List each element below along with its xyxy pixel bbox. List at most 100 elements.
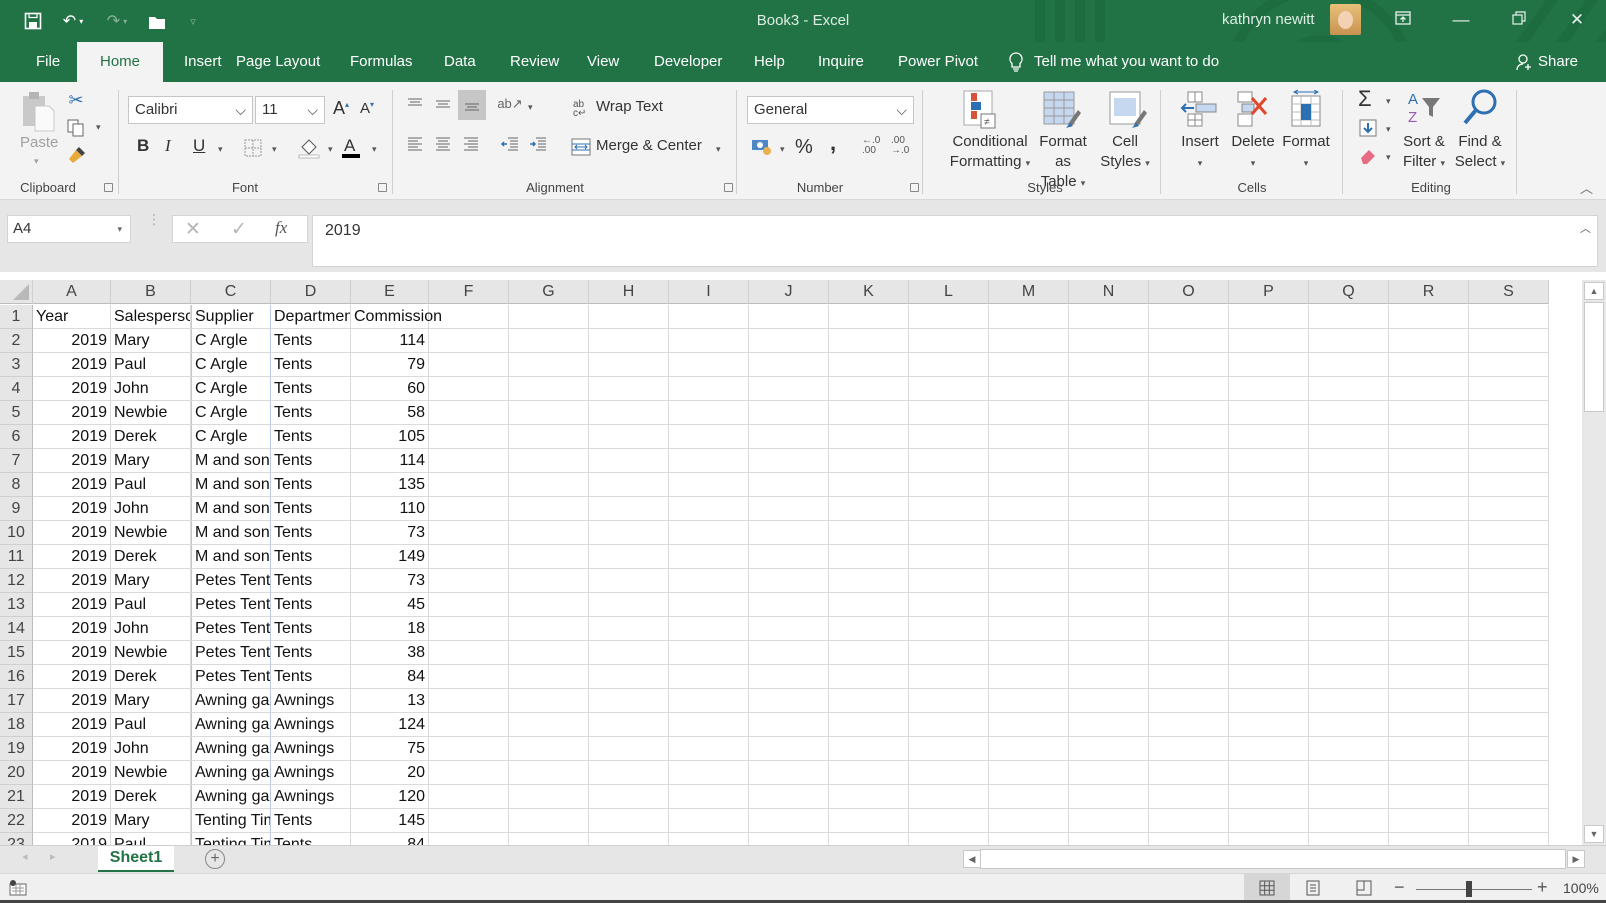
underline-dropdown-icon[interactable]: ▾ [218,144,223,155]
table-cell[interactable]: Derek [111,785,191,809]
header-cell[interactable] [1389,305,1469,329]
conditional-formatting-button[interactable]: Conditional Formatting ▾ [948,132,1032,173]
table-cell[interactable] [749,593,829,617]
zoom-out-icon[interactable]: − [1394,877,1405,898]
table-cell[interactable]: Petes Tents [191,665,271,689]
table-cell[interactable]: Paul [111,833,191,845]
table-cell[interactable] [1309,449,1389,473]
table-cell[interactable] [1069,641,1149,665]
table-cell[interactable]: 2019 [33,473,111,497]
cut-icon[interactable]: ✂ [66,90,86,110]
table-cell[interactable] [589,377,669,401]
column-header-g[interactable]: G [509,280,589,304]
collapse-ribbon-icon[interactable]: ︿ [1580,178,1593,197]
table-cell[interactable] [909,689,989,713]
table-cell[interactable]: 2019 [33,521,111,545]
row-header[interactable]: 1 [0,305,33,329]
table-cell[interactable]: Awning galore [191,737,271,761]
row-header[interactable]: 17 [0,689,33,713]
fill-icon[interactable] [1358,118,1378,138]
table-cell[interactable] [1069,833,1149,845]
table-cell[interactable]: C Argle [191,353,271,377]
table-cell[interactable] [1389,569,1469,593]
table-cell[interactable]: Tents [271,497,351,521]
header-cell[interactable] [829,305,909,329]
table-cell[interactable]: Tents [271,449,351,473]
header-cell[interactable] [1229,305,1309,329]
table-cell[interactable]: Tents [271,665,351,689]
table-cell[interactable] [1069,353,1149,377]
column-header-d[interactable]: D [271,280,351,304]
table-cell[interactable] [1069,545,1149,569]
table-cell[interactable] [749,737,829,761]
font-size-select[interactable]: 11 ⌵ [255,96,325,124]
sort-filter-button[interactable]: Sort & Filter ▾ [1398,132,1450,173]
table-cell[interactable] [1069,713,1149,737]
table-cell[interactable] [589,689,669,713]
table-cell[interactable]: C Argle [191,329,271,353]
table-cell[interactable]: Newbie [111,521,191,545]
table-cell[interactable] [509,329,589,353]
table-cell[interactable] [1469,473,1549,497]
ribbon-display-options-icon[interactable] [1388,8,1418,32]
align-center-icon[interactable] [433,134,453,154]
table-cell[interactable] [509,641,589,665]
table-cell[interactable] [749,785,829,809]
table-cell[interactable] [1069,737,1149,761]
table-cell[interactable] [509,521,589,545]
table-cell[interactable] [829,497,909,521]
table-cell[interactable] [1469,665,1549,689]
header-cell[interactable] [909,305,989,329]
table-cell[interactable] [669,617,749,641]
row-header[interactable]: 20 [0,761,33,785]
table-cell[interactable] [509,497,589,521]
table-cell[interactable] [749,353,829,377]
column-header-a[interactable]: A [33,280,111,304]
table-cell[interactable] [829,785,909,809]
table-cell[interactable] [589,617,669,641]
underline-button[interactable]: U [193,136,205,156]
column-header-b[interactable]: B [111,280,191,304]
table-cell[interactable] [1309,473,1389,497]
table-cell[interactable] [909,521,989,545]
table-cell[interactable] [1309,497,1389,521]
table-cell[interactable] [1389,377,1469,401]
table-cell[interactable]: Newbie [111,761,191,785]
table-cell[interactable] [1069,473,1149,497]
table-cell[interactable] [989,689,1069,713]
table-cell[interactable] [829,521,909,545]
table-cell[interactable] [1229,497,1309,521]
table-cell[interactable] [1389,833,1469,845]
table-cell[interactable]: 2019 [33,641,111,665]
format-painter-icon[interactable] [66,144,88,166]
new-sheet-button[interactable]: + [205,849,225,869]
row-header[interactable]: 18 [0,713,33,737]
table-cell[interactable] [589,449,669,473]
table-cell[interactable] [829,665,909,689]
share-button[interactable]: Share [1516,42,1578,82]
table-cell[interactable] [1069,569,1149,593]
table-cell[interactable] [749,329,829,353]
table-cell[interactable] [509,809,589,833]
table-cell[interactable]: Newbie [111,401,191,425]
table-cell[interactable] [669,329,749,353]
header-cell[interactable]: Year [33,305,111,329]
table-cell[interactable] [1229,425,1309,449]
table-cell[interactable] [909,497,989,521]
table-cell[interactable] [1069,761,1149,785]
table-cell[interactable]: Petes Tents [191,641,271,665]
align-left-icon[interactable] [405,134,425,154]
table-cell[interactable]: Awnings [271,737,351,761]
table-cell[interactable] [989,353,1069,377]
font-launcher-icon[interactable] [378,183,387,192]
select-all-button[interactable] [0,280,33,304]
table-cell[interactable] [909,761,989,785]
table-cell[interactable]: 149 [351,545,429,569]
table-cell[interactable]: 2019 [33,401,111,425]
table-cell[interactable] [1229,545,1309,569]
tab-inquire[interactable]: Inquire [804,42,878,82]
table-cell[interactable] [1389,809,1469,833]
table-cell[interactable] [509,665,589,689]
table-cell[interactable] [509,689,589,713]
table-cell[interactable] [989,593,1069,617]
